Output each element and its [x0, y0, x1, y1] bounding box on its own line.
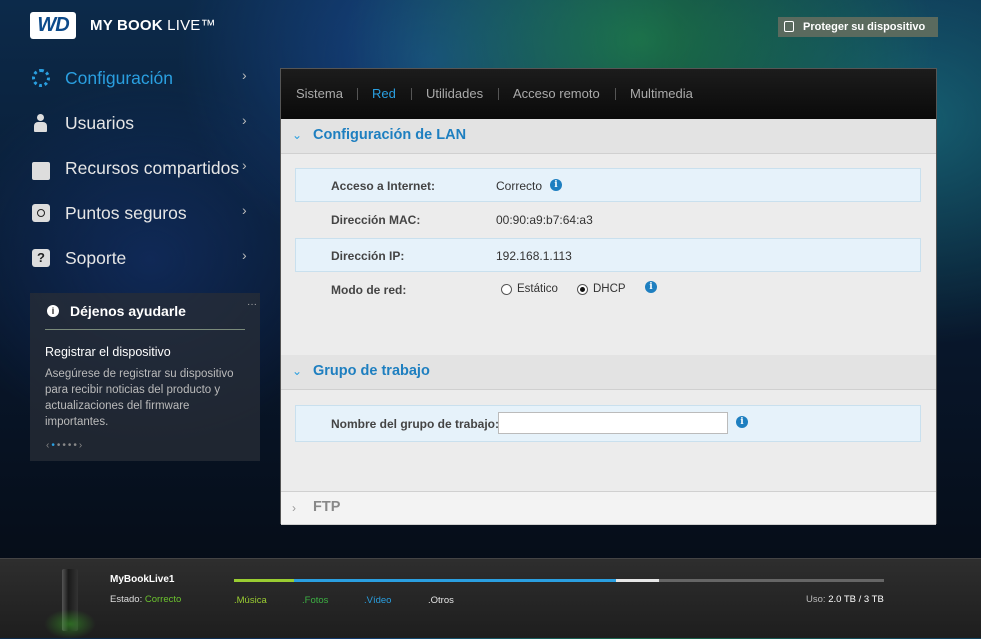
sidebar-item-usuarios[interactable]: Usuarios ›: [30, 107, 260, 152]
safepoint-icon: [32, 204, 50, 222]
info-icon[interactable]: i: [550, 179, 562, 191]
sidebar-item-label: Soporte: [65, 248, 127, 268]
chevron-right-icon: ›: [242, 202, 247, 218]
product-name: MY BOOK LIVE™: [90, 17, 216, 34]
info-icon: i: [47, 305, 59, 317]
tab-divider: [411, 88, 412, 100]
mac-address-label: Dirección MAC:: [331, 213, 421, 227]
tab-multimedia[interactable]: Multimedia: [630, 86, 693, 101]
status-value: Correcto: [144, 594, 182, 605]
usage-bar-free: [659, 579, 884, 582]
usage-bar-video: [384, 579, 616, 582]
sidebar-item-recursos-compartidos[interactable]: Recursos compartidos ›: [30, 152, 260, 197]
internet-access-label: Acceso a Internet:: [331, 179, 436, 193]
help-icon: ?: [32, 249, 50, 267]
internet-access-value: Correcto: [496, 179, 543, 193]
mac-address-value: 00:90:a9:b7:64:a3: [496, 213, 593, 227]
sidebar-item-puntos-seguros[interactable]: Puntos seguros ›: [30, 197, 260, 242]
help-panel-subtitle[interactable]: Registrar el dispositivo: [45, 345, 171, 359]
usage-bar-music: [234, 579, 294, 582]
sidebar-item-label: Recursos compartidos: [65, 158, 240, 178]
chevron-right-icon: ›: [242, 112, 247, 128]
user-icon: [32, 114, 50, 132]
legend-music: .Música: [234, 595, 267, 606]
sidebar-item-label: Puntos seguros: [65, 203, 187, 223]
tab-acceso-remoto[interactable]: Acceso remoto: [513, 86, 600, 101]
ip-address-value: 192.168.1.113: [496, 249, 572, 263]
legend-other: .Otros: [428, 595, 454, 606]
sidebar-item-label: Usuarios: [65, 113, 135, 133]
internet-access-row: Acceso a Internet: Correcto i: [295, 168, 921, 202]
tab-divider: [498, 88, 499, 100]
ip-address-label: Dirección IP:: [331, 249, 405, 263]
folder-icon: [32, 162, 50, 180]
dhcp-radio[interactable]: [577, 284, 588, 295]
device-name: MyBookLive1: [110, 574, 175, 585]
usage-bar-other: [616, 579, 659, 582]
lan-section-header[interactable]: ⌄ Configuración de LAN: [281, 119, 936, 154]
ftp-section-title: FTP: [313, 499, 341, 515]
gear-icon: [32, 69, 50, 87]
more-icon[interactable]: ···: [247, 299, 257, 310]
info-icon[interactable]: i: [736, 416, 748, 428]
ip-address-row: Dirección IP: 192.168.1.113: [295, 238, 921, 272]
status-label: Estado:: [110, 594, 143, 605]
info-icon[interactable]: i: [645, 281, 657, 293]
help-pager[interactable]: ‹•••••›: [46, 440, 84, 451]
help-panel-header: i Déjenos ayudarle ···: [45, 299, 257, 330]
chevron-down-icon: ⌄: [292, 128, 303, 142]
lock-icon: [784, 21, 794, 32]
workgroup-name-row: Nombre del grupo de trabajo: i: [295, 405, 921, 442]
protect-device-label: Proteger su dispositivo: [803, 21, 926, 33]
tab-utilidades[interactable]: Utilidades: [426, 86, 483, 101]
settings-panel: Sistema Red Utilidades Acceso remoto Mul…: [280, 68, 937, 525]
wd-logo: WD: [30, 12, 76, 39]
dhcp-radio-label[interactable]: DHCP: [593, 283, 626, 295]
chevron-right-icon: ›: [242, 67, 247, 83]
chevron-right-icon: ›: [242, 247, 247, 263]
help-panel-text: Asegúrese de registrar su dispositivo pa…: [45, 368, 234, 428]
workgroup-section-header[interactable]: ⌄ Grupo de trabajo: [281, 355, 936, 390]
usage-value: 2.0 TB / 3 TB: [828, 594, 884, 605]
product-name-main: MY BOOK: [90, 17, 163, 34]
mac-address-row: Dirección MAC: 00:90:a9:b7:64:a3: [295, 203, 921, 237]
usage-label: Uso:: [806, 594, 826, 605]
help-panel: i Déjenos ayudarle ··· Registrar el disp…: [30, 293, 260, 461]
product-name-suffix: LIVE™: [162, 17, 216, 34]
sidebar-nav: Configuración › Usuarios › Recursos comp…: [30, 62, 260, 287]
usage-summary: Uso: 2.0 TB / 3 TB: [806, 594, 884, 605]
workgroup-name-label: Nombre del grupo de trabajo:: [331, 417, 500, 431]
lan-section-title: Configuración de LAN: [313, 127, 467, 143]
status-footer: MyBookLive1 Estado: Correcto .Música .Fo…: [0, 558, 981, 639]
workgroup-section-title: Grupo de trabajo: [313, 363, 430, 379]
legend-photos: .Fotos: [302, 595, 329, 606]
chevron-down-icon: ⌄: [292, 364, 303, 378]
workgroup-name-input[interactable]: [498, 412, 728, 434]
tab-divider: [357, 88, 358, 100]
help-panel-title: Déjenos ayudarle: [70, 303, 186, 319]
network-mode-label: Modo de red:: [331, 283, 407, 297]
ftp-section-header[interactable]: › FTP: [281, 491, 936, 525]
protect-device-button[interactable]: Proteger su dispositivo: [778, 17, 938, 37]
network-mode-row: Modo de red: Estático DHCP i: [295, 273, 921, 307]
device-status: Estado: Correcto: [110, 594, 181, 605]
sidebar-item-label: Configuración: [65, 68, 173, 88]
tab-red[interactable]: Red: [372, 86, 396, 101]
tab-sistema[interactable]: Sistema: [296, 86, 343, 101]
tab-divider: [615, 88, 616, 100]
sidebar-item-soporte[interactable]: ? Soporte ›: [30, 242, 260, 287]
usage-bar-photos: [294, 579, 384, 582]
sidebar-item-configuracion[interactable]: Configuración ›: [30, 62, 260, 107]
tab-bar: Sistema Red Utilidades Acceso remoto Mul…: [281, 69, 936, 119]
chevron-right-icon: ›: [242, 157, 247, 173]
chevron-right-icon: ›: [292, 501, 296, 515]
legend-video: .Vídeo: [364, 595, 392, 606]
drive-image: [44, 569, 96, 639]
chevron-right-icon[interactable]: ›: [79, 440, 84, 451]
static-radio-label[interactable]: Estático: [517, 283, 558, 295]
static-radio[interactable]: [501, 284, 512, 295]
